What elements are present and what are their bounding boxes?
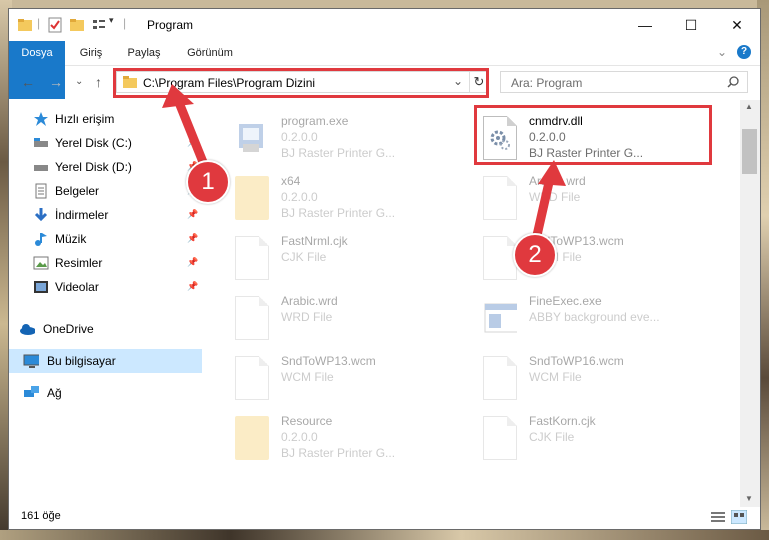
step-badge-2: 2 xyxy=(513,233,557,277)
step-badge-1: 1 xyxy=(186,160,230,204)
arrow-1-head xyxy=(162,84,194,108)
arrow-2-head xyxy=(538,160,566,186)
annotation-arrows xyxy=(162,84,566,254)
